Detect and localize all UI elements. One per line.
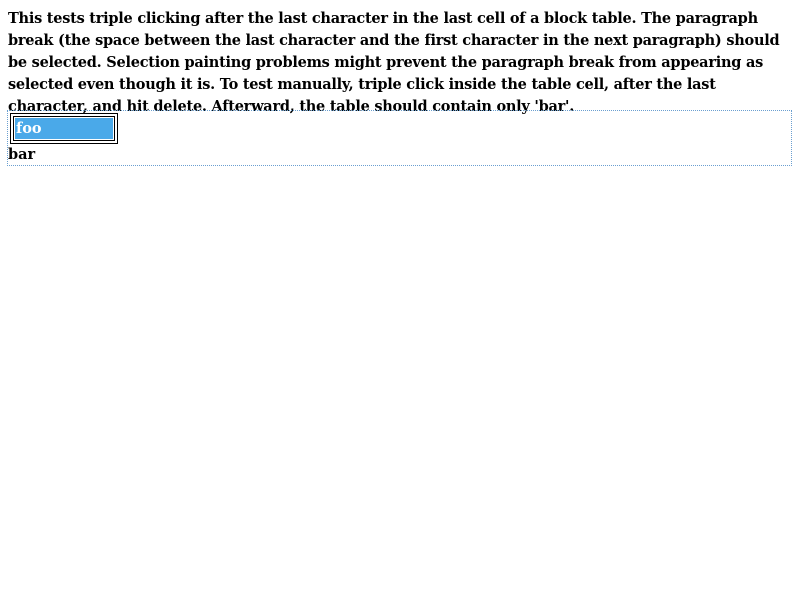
selected-cell-text[interactable]: foo [15, 118, 113, 139]
block-table: foo [10, 113, 118, 144]
table-cell[interactable]: foo [13, 116, 115, 141]
test-description: This tests triple clicking after the las… [8, 10, 780, 115]
next-paragraph-text[interactable]: bar [8, 145, 35, 165]
editable-region[interactable]: foo bar [7, 110, 792, 166]
